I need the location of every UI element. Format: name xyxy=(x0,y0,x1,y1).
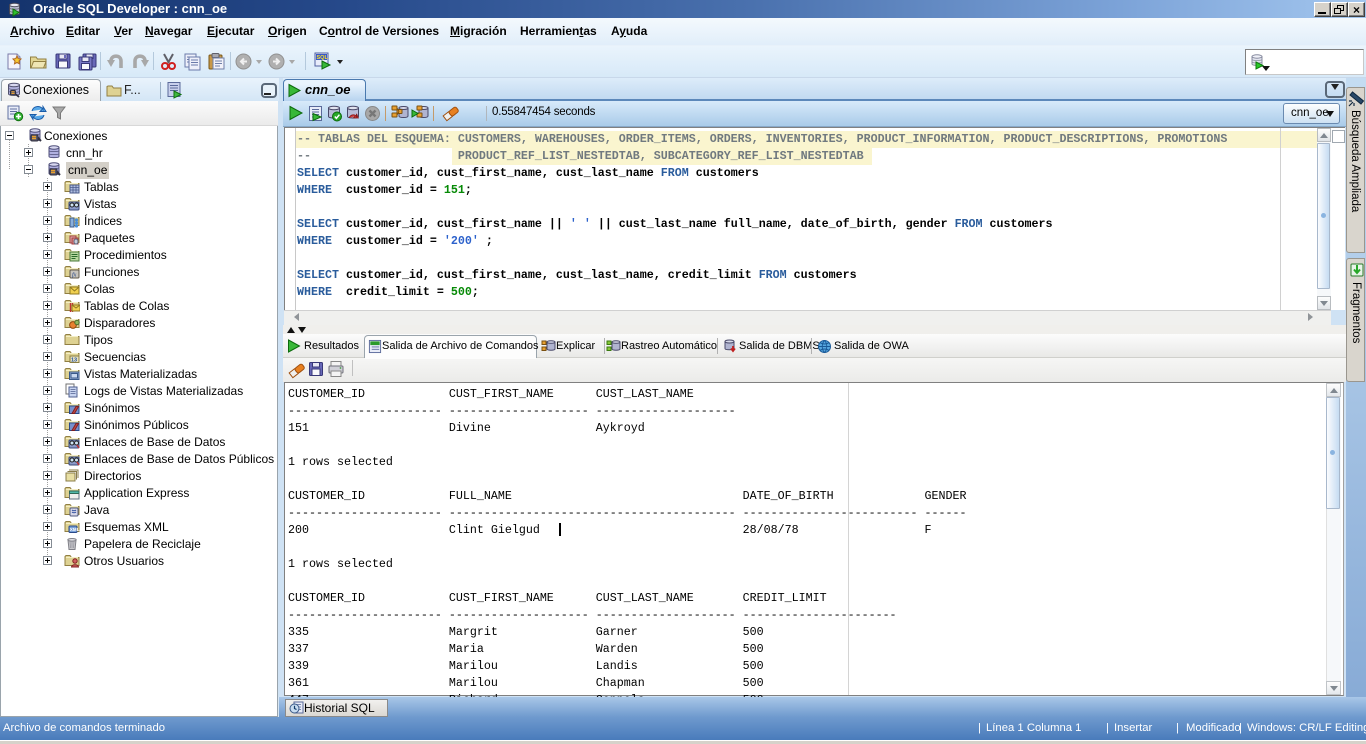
svg-text:fx: fx xyxy=(72,272,77,279)
svg-text:13: 13 xyxy=(71,358,77,364)
svg-text:XML: XML xyxy=(70,527,80,532)
svg-text:SQL: SQL xyxy=(317,55,329,61)
